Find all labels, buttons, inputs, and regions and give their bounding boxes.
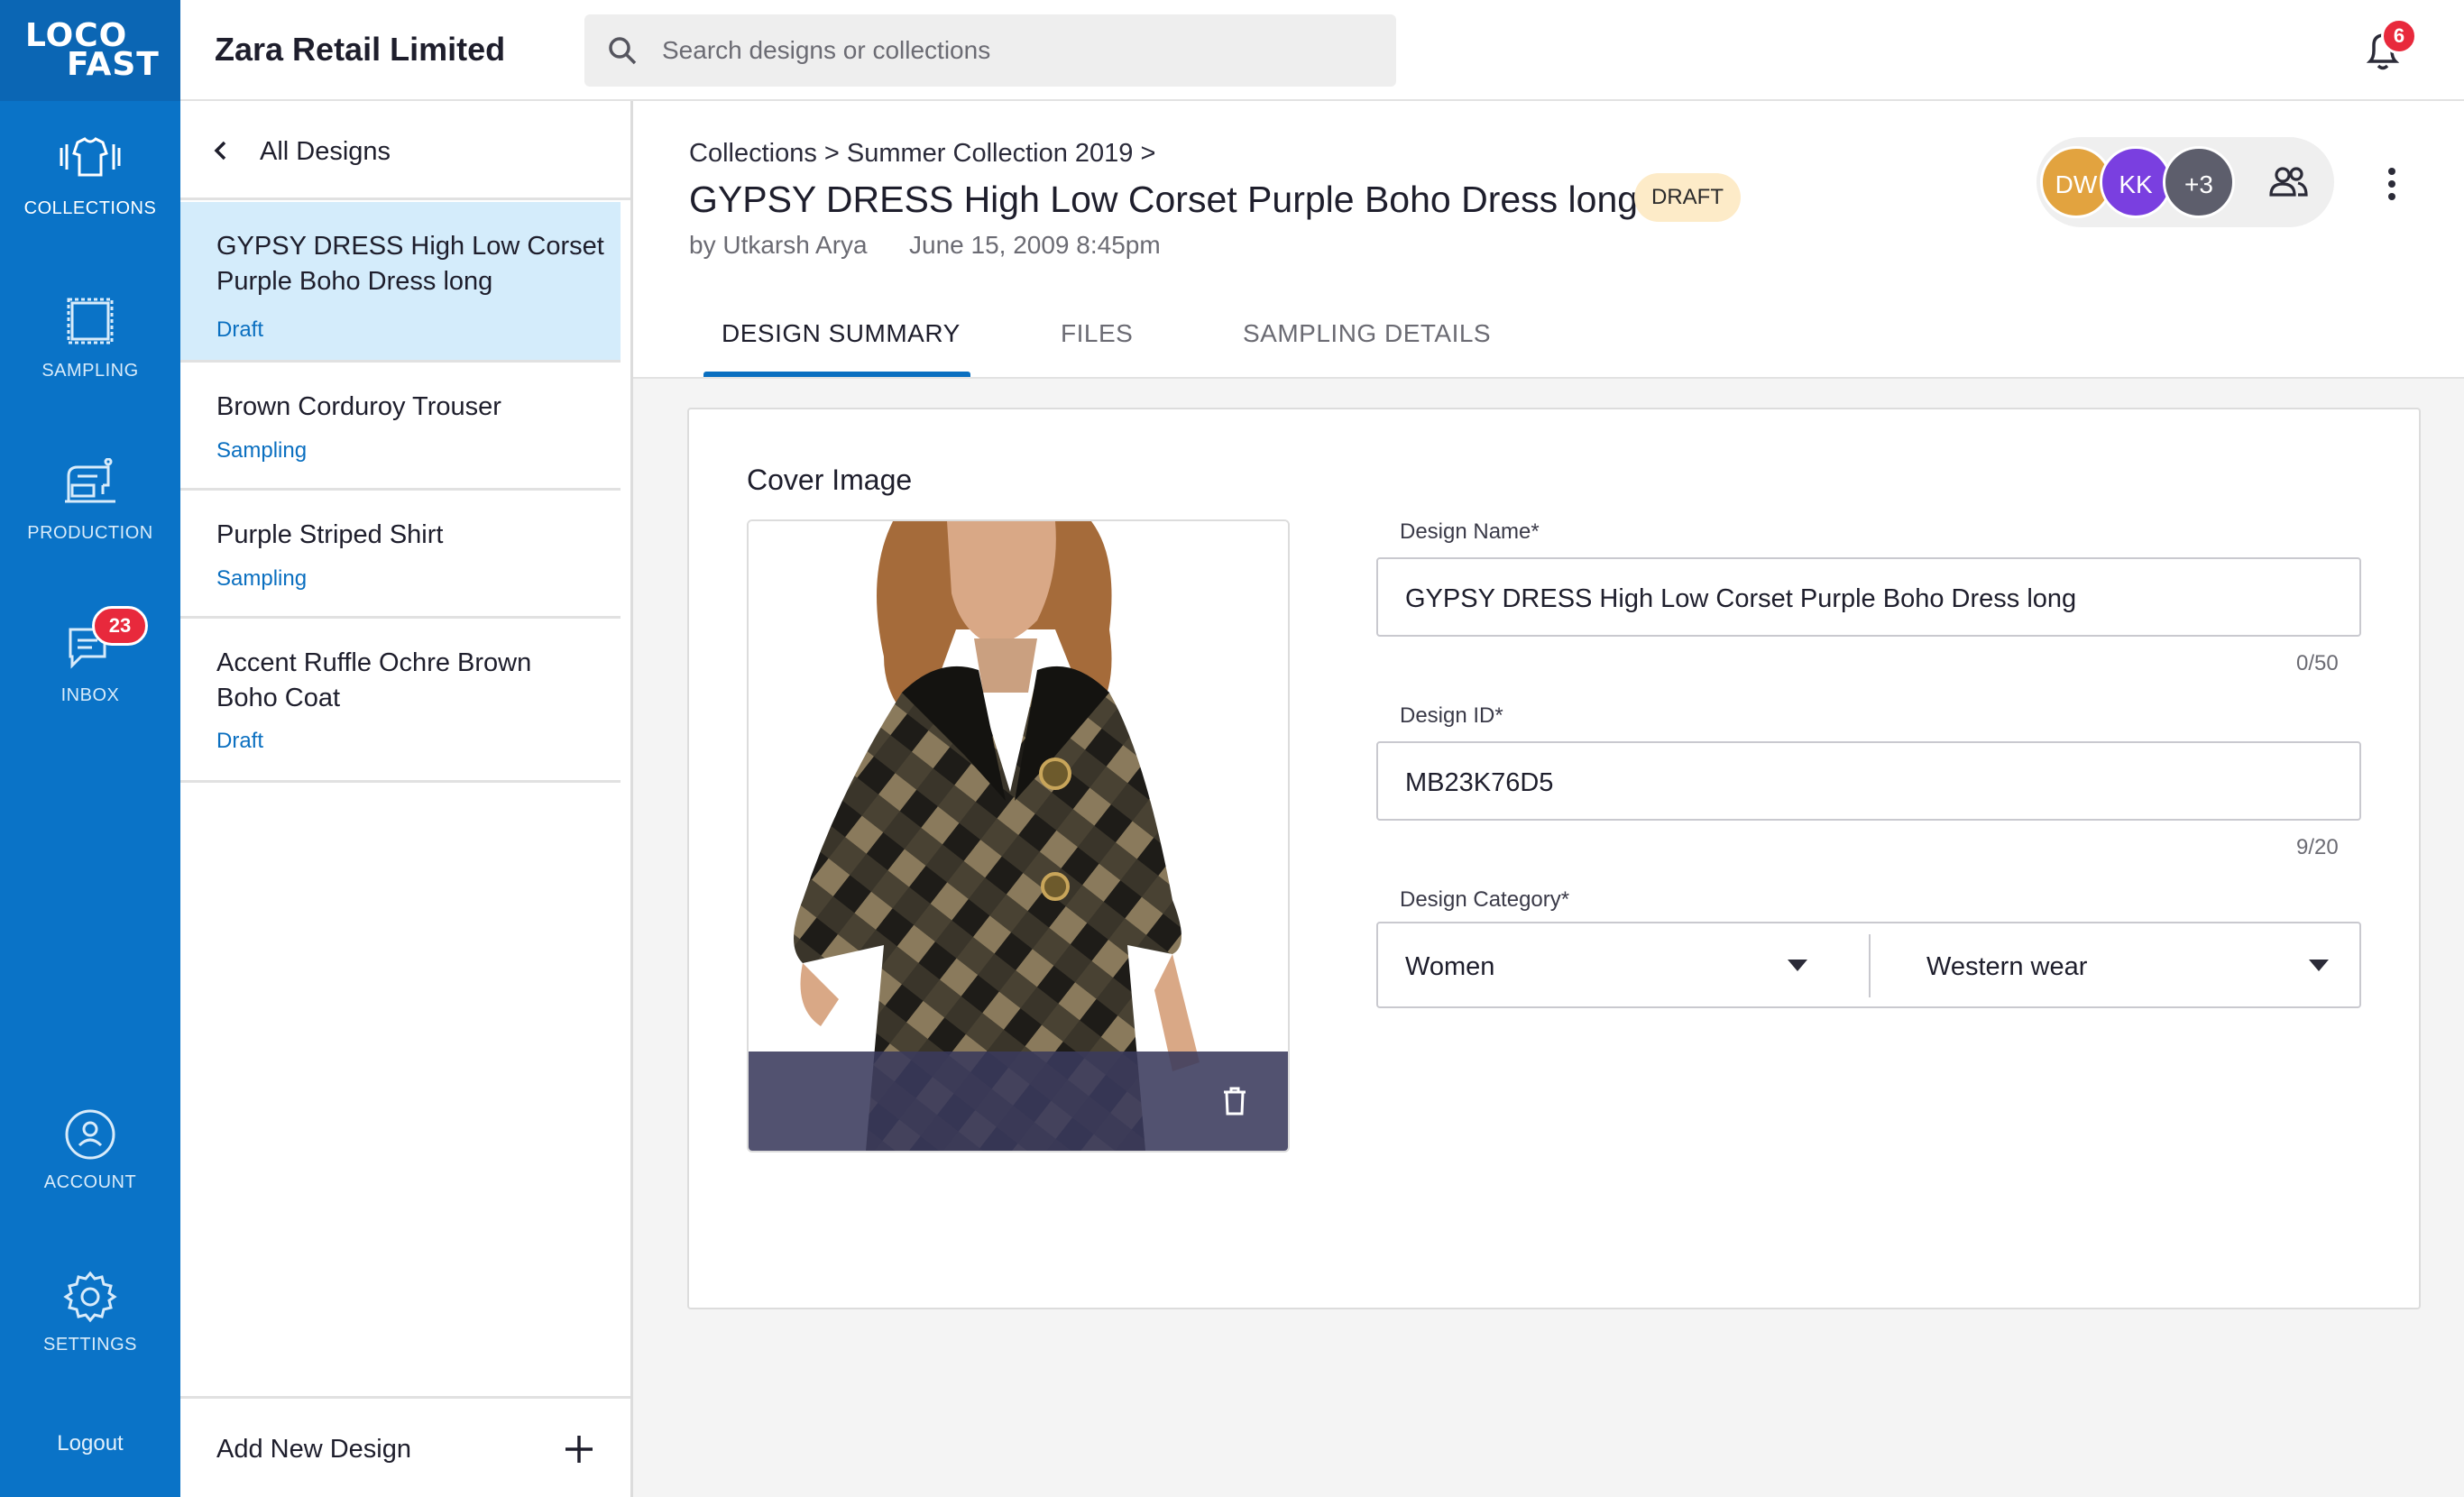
nav-item-settings[interactable]: SETTINGS [0,1270,180,1396]
design-id-value: MB23K76D5 [1405,768,1554,797]
nav-item-inbox[interactable]: 23 INBOX [0,606,180,747]
design-category-label: Design Category* [1400,887,1570,912]
status-badge: DRAFT [1634,173,1741,222]
nav-label: SETTINGS [42,1335,137,1355]
trash-icon[interactable] [1221,1086,1248,1116]
company-name: Zara Retail Limited [215,31,506,68]
design-status: Sampling [216,566,308,591]
nav-label: COLLECTIONS [23,198,157,218]
design-status: Draft [216,317,264,342]
design-status: Sampling [216,438,308,463]
nav-label: ACCOUNT [43,1172,137,1192]
design-list-item[interactable]: GYPSY DRESS High Low Corset Purple Boho … [180,202,621,363]
caret-down-icon[interactable] [2309,960,2329,972]
design-detail: Collections > Summer Collection 2019 > G… [633,101,2464,1497]
breadcrumb[interactable]: Collections > Summer Collection 2019 > [689,139,1155,169]
design-status: Draft [216,729,264,753]
design-name: Accent Ruffle Ochre Brown Boho Coat [216,648,532,712]
design-name: Brown Corduroy Trouser [216,392,501,421]
cover-image-title: Cover Image [747,464,913,496]
notifications-button[interactable]: 6 [2356,18,2417,78]
design-list: GYPSY DRESS High Low Corset Purple Boho … [180,101,630,1295]
design-summary-card: Cover Image Design Name* GYPSY DRESS Hig… [687,408,2421,1309]
nav-label: INBOX [60,685,120,705]
side-navigation: LOCO FAST COLLECTIONS SAMPLING PRODUCTIO… [0,0,180,1497]
collaborators-group[interactable]: DW KK +3 [2036,137,2334,227]
select-divider [1869,934,1871,997]
tshirt-rack-icon [60,137,121,177]
plus-icon [565,1436,593,1463]
nav-item-account[interactable]: ACCOUNT [0,1107,180,1234]
design-list-item[interactable]: Accent Ruffle Ochre Brown Boho Coat Draf… [180,619,621,783]
people-icon[interactable] [2267,162,2309,202]
design-name-field[interactable]: GYPSY DRESS High Low Corset Purple Boho … [1376,557,2361,637]
gear-icon [63,1271,117,1323]
design-date: June 15, 2009 8:45pm [909,231,1161,259]
user-circle-icon [65,1109,115,1160]
search-box[interactable] [584,14,1396,87]
caret-down-icon[interactable] [1788,960,1807,972]
design-name-char-count: 0/50 [2296,651,2339,675]
design-header: Collections > Summer Collection 2019 > G… [633,101,2464,379]
subcategory-dropdown[interactable]: Western wear [1926,952,2087,982]
search-icon [609,37,637,65]
design-list-item[interactable]: Purple Striped Shirt Sampling [180,491,621,619]
nav-item-sampling[interactable]: SAMPLING [0,296,180,422]
inbox-unread-badge: 23 [92,606,148,646]
search-input[interactable] [662,31,1365,70]
nav-label: PRODUCTION [27,523,153,543]
page-title: GYPSY DRESS High Low Corset Purple Boho … [689,179,1639,220]
design-name: Purple Striped Shirt [216,520,444,549]
add-new-design-button[interactable]: Add New Design [180,1396,630,1497]
top-bar: Zara Retail Limited 6 [180,0,2464,101]
design-name: GYPSY DRESS High Low Corset Purple Boho … [216,232,604,296]
fabric-swatch-icon [67,298,114,344]
design-category-select[interactable]: Women Western wear [1376,922,2361,1008]
tab-files[interactable]: FILES [1061,319,1133,348]
sewing-machine-icon [65,458,115,503]
category-dropdown[interactable]: Women [1405,952,1494,982]
design-id-field[interactable]: MB23K76D5 [1376,741,2361,821]
more-options-icon[interactable] [2383,164,2401,204]
nav-label: SAMPLING [41,361,139,381]
more-collaborators-avatar[interactable]: +3 [2163,146,2235,218]
cover-image[interactable] [747,519,1290,1153]
logout-link[interactable]: Logout [0,1431,180,1456]
locofast-logo[interactable]: LOCO FAST [0,0,180,101]
notification-count-badge: 6 [2381,18,2417,54]
nav-item-production[interactable]: PRODUCTION [0,458,180,584]
design-id-char-count: 9/20 [2296,835,2339,859]
logo-line-2: FAST [67,46,160,83]
design-list-item[interactable]: Brown Corduroy Trouser Sampling [180,363,621,491]
design-id-label: Design ID* [1400,703,1503,728]
design-author: by Utkarsh Arya [689,231,868,259]
add-new-design-label: Add New Design [216,1435,411,1464]
tab-design-summary[interactable]: DESIGN SUMMARY [722,319,961,348]
avatar[interactable]: KK [2100,146,2172,218]
nav-item-collections[interactable]: COLLECTIONS [0,133,180,260]
design-name-value: GYPSY DRESS High Low Corset Purple Boho … [1405,584,2077,613]
image-actions-bar [749,1052,1288,1151]
design-name-label: Design Name* [1400,519,1540,544]
active-tab-indicator [703,372,970,377]
tab-sampling-details[interactable]: SAMPLING DETAILS [1243,319,1491,348]
